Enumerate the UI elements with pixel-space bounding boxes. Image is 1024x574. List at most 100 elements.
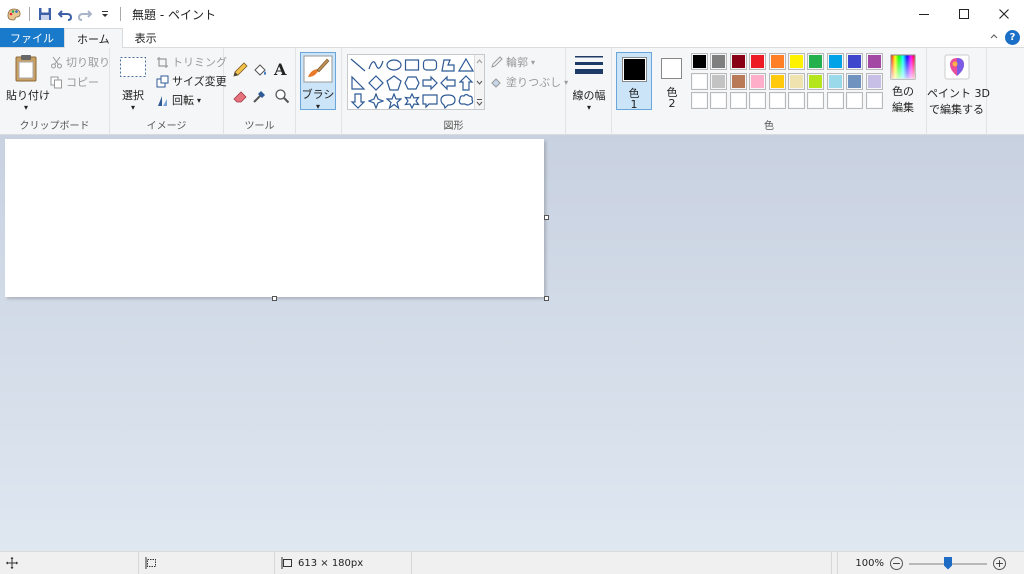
rotate-dropdown-icon[interactable]: ▾ <box>197 96 201 105</box>
triangle-shape-icon[interactable] <box>458 57 474 73</box>
canvas-resize-handle-right[interactable] <box>544 215 549 220</box>
six-point-star-shape-icon[interactable] <box>404 93 420 109</box>
left-arrow-shape-icon[interactable] <box>440 75 456 91</box>
polygon-shape-icon[interactable] <box>440 57 456 73</box>
palette-swatch[interactable] <box>826 53 844 70</box>
right-arrow-shape-icon[interactable] <box>422 75 438 91</box>
help-icon[interactable]: ? <box>1005 30 1020 45</box>
oval-shape-icon[interactable] <box>386 57 402 73</box>
palette-swatch[interactable] <box>807 92 825 109</box>
rectangular-callout-shape-icon[interactable] <box>422 93 438 109</box>
outline-button[interactable]: 輪郭 ▾ <box>490 54 535 70</box>
palette-swatch[interactable] <box>865 53 883 70</box>
zoom-slider[interactable] <box>909 556 987 570</box>
palette-swatch[interactable] <box>826 72 844 90</box>
palette-swatch[interactable] <box>826 92 844 109</box>
tab-home[interactable]: ホーム <box>64 28 123 49</box>
select-button[interactable]: 選択 ▾ <box>118 56 148 112</box>
size-dropdown-icon[interactable]: ▾ <box>570 103 608 112</box>
customize-qat-icon[interactable] <box>97 6 113 22</box>
four-point-star-shape-icon[interactable] <box>368 93 384 109</box>
oval-callout-shape-icon[interactable] <box>440 93 456 109</box>
cloud-callout-shape-icon[interactable] <box>458 93 474 109</box>
palette-swatch[interactable] <box>768 53 786 70</box>
five-point-star-shape-icon[interactable] <box>386 93 402 109</box>
drawing-canvas[interactable] <box>5 139 544 297</box>
brushes-button[interactable]: ブラシ ▾ <box>300 52 336 111</box>
pencil-icon[interactable] <box>232 62 248 81</box>
diamond-shape-icon[interactable] <box>368 75 384 91</box>
tab-file[interactable]: ファイル <box>0 28 64 47</box>
canvas-resize-handle-corner[interactable] <box>544 296 549 301</box>
palette-swatch[interactable] <box>710 53 728 70</box>
hexagon-shape-icon[interactable] <box>404 75 420 91</box>
down-arrow-shape-icon[interactable] <box>350 93 366 109</box>
palette-swatch[interactable] <box>691 92 708 109</box>
palette-swatch[interactable] <box>788 92 805 109</box>
fill-button[interactable]: 塗りつぶし ▾ <box>490 74 568 90</box>
paint-app-icon[interactable] <box>6 6 22 22</box>
outline-dropdown-icon[interactable]: ▾ <box>531 58 535 67</box>
select-dropdown-icon[interactable]: ▾ <box>118 103 148 112</box>
magnifier-icon[interactable] <box>274 88 290 107</box>
shapes-gallery-scrollbar[interactable] <box>474 55 484 109</box>
color1-button[interactable]: 色 1 <box>616 52 652 111</box>
edit-colors-button[interactable]: 色の 編集 <box>888 54 918 115</box>
redo-icon[interactable] <box>77 6 93 22</box>
rectangle-shape-icon[interactable] <box>404 57 420 73</box>
crop-button[interactable]: トリミング <box>156 54 227 70</box>
palette-swatch[interactable] <box>729 92 747 109</box>
palette-swatch[interactable] <box>710 92 728 109</box>
palette-swatch[interactable] <box>865 72 883 90</box>
palette-swatch[interactable] <box>768 92 786 109</box>
palette-swatch[interactable] <box>865 92 883 109</box>
palette-swatch[interactable] <box>807 72 825 90</box>
eraser-icon[interactable] <box>232 88 248 107</box>
minimize-button[interactable] <box>904 0 944 28</box>
zoom-out-button[interactable]: − <box>890 557 903 570</box>
size-button[interactable]: 線の幅 ▾ <box>570 54 608 112</box>
collapse-ribbon-icon[interactable] <box>989 31 999 44</box>
brushes-dropdown-icon[interactable]: ▾ <box>301 102 335 111</box>
edit-with-paint3d-button[interactable]: ペイント 3D で編集する <box>927 54 990 117</box>
palette-swatch[interactable] <box>710 72 728 90</box>
palette-swatch[interactable] <box>788 72 805 90</box>
pentagon-shape-icon[interactable] <box>386 75 402 91</box>
palette-swatch[interactable] <box>749 72 767 90</box>
zoom-in-button[interactable]: + <box>993 557 1006 570</box>
palette-swatch[interactable] <box>749 53 767 70</box>
line-shape-icon[interactable] <box>350 57 366 73</box>
right-triangle-shape-icon[interactable] <box>350 75 366 91</box>
close-button[interactable] <box>984 0 1024 28</box>
zoom-slider-thumb[interactable] <box>944 556 952 570</box>
palette-swatch[interactable] <box>749 92 767 109</box>
rotate-button[interactable]: 回転 ▾ <box>156 92 201 108</box>
cut-button[interactable]: 切り取り <box>50 54 110 70</box>
palette-swatch[interactable] <box>846 92 864 109</box>
paste-button[interactable]: 貼り付け ▾ <box>6 54 50 112</box>
palette-swatch[interactable] <box>846 72 864 90</box>
palette-swatch[interactable] <box>691 72 708 90</box>
text-tool-icon[interactable]: A <box>274 60 286 79</box>
tab-view[interactable]: 表示 <box>123 28 169 47</box>
curve-shape-icon[interactable] <box>368 57 384 73</box>
color-picker-icon[interactable] <box>252 88 268 107</box>
palette-swatch[interactable] <box>729 72 747 90</box>
palette-swatch[interactable] <box>691 53 708 70</box>
palette-swatch[interactable] <box>846 53 864 70</box>
resize-button[interactable]: サイズ変更 <box>156 73 227 89</box>
palette-swatch[interactable] <box>768 72 786 90</box>
color2-button[interactable]: 色 2 <box>654 52 690 110</box>
save-icon[interactable] <box>37 6 53 22</box>
undo-icon[interactable] <box>57 6 73 22</box>
palette-swatch[interactable] <box>729 53 747 70</box>
maximize-button[interactable] <box>944 0 984 28</box>
fill-bucket-icon[interactable] <box>252 62 268 81</box>
up-arrow-shape-icon[interactable] <box>458 75 474 91</box>
paste-dropdown-icon[interactable]: ▾ <box>6 103 46 112</box>
rounded-rectangle-shape-icon[interactable] <box>422 57 438 73</box>
palette-swatch[interactable] <box>807 53 825 70</box>
palette-swatch[interactable] <box>788 53 805 70</box>
canvas-resize-handle-bottom[interactable] <box>272 296 277 301</box>
copy-button[interactable]: コピー <box>50 74 99 90</box>
